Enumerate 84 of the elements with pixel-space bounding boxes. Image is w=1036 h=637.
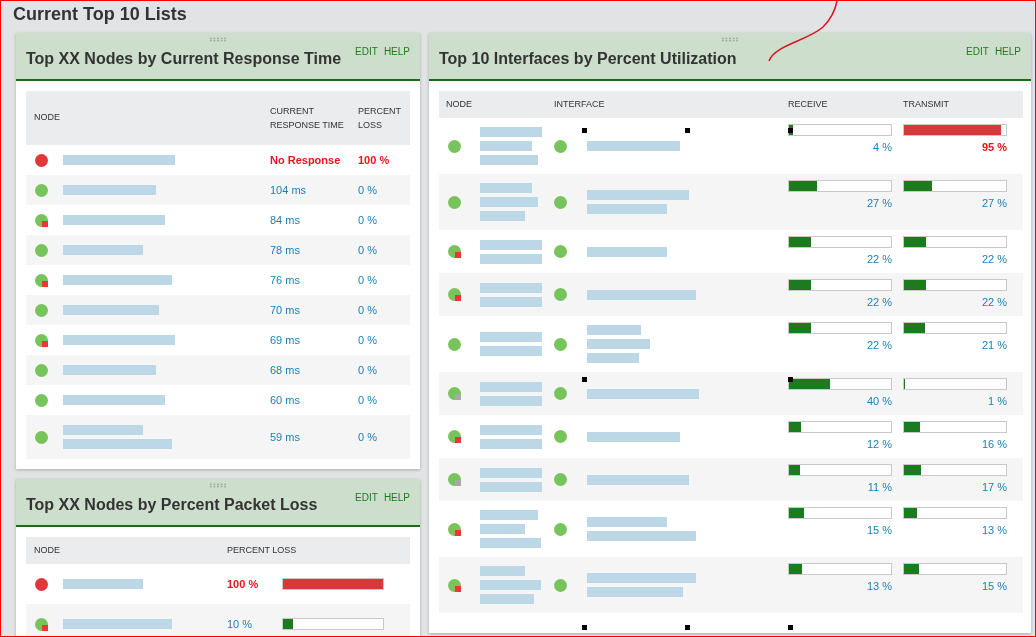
percent-loss: 100 % (227, 576, 260, 592)
selection-handle[interactable] (685, 128, 690, 133)
response-time: 104 ms (270, 175, 358, 205)
utilization-percent: 22 % (866, 295, 892, 310)
redacted-text (480, 424, 542, 449)
utilization-percent: 22 % (866, 252, 892, 267)
selection-handle[interactable] (582, 625, 587, 630)
column-header: INTERFACE (554, 91, 788, 118)
response-time: 78 ms (270, 235, 358, 265)
redacted-text (480, 566, 542, 604)
selection-handle[interactable] (788, 625, 793, 630)
utilization-percent: 27 % (866, 196, 892, 211)
panel-title: Top 10 Interfaces by Percent Utilization (439, 51, 737, 67)
percent-loss: 10 % (227, 616, 254, 632)
column-header: NODE (26, 91, 270, 145)
help-link[interactable]: HELP (383, 490, 410, 505)
redacted-text (480, 127, 542, 165)
panel-title: Top XX Nodes by Current Response Time (26, 51, 342, 67)
utilization-percent: 27 % (981, 196, 1007, 211)
percent-loss: 0 % (358, 235, 410, 265)
percent-loss: 0 % (358, 175, 410, 205)
percent-loss: 0 % (358, 295, 410, 325)
utilization-percent: 21 % (981, 338, 1007, 353)
redacted-text (480, 282, 542, 307)
utilization-percent: 4 % (873, 140, 892, 155)
redacted-text (480, 467, 542, 492)
selection-handle[interactable] (582, 377, 587, 382)
redacted-text (480, 239, 542, 264)
percent-loss: 0 % (358, 355, 410, 385)
percent-loss: 0 % (358, 385, 410, 415)
response-time: 68 ms (270, 355, 358, 385)
drag-handle-icon[interactable] (721, 37, 739, 42)
percent-loss: 0 % (358, 205, 410, 235)
utilization-percent: 16 % (981, 437, 1007, 452)
utilization-percent: 17 % (981, 480, 1007, 495)
column-header: RECEIVE (788, 91, 903, 118)
redacted-text (480, 332, 542, 356)
response-time: 84 ms (270, 205, 358, 235)
column-header: PERCENT LOSS (227, 537, 410, 564)
edit-link[interactable]: EDIT (966, 44, 989, 59)
utilization-percent: 22 % (981, 252, 1007, 267)
utilization-percent: 22 % (981, 295, 1007, 310)
redacted-text (480, 381, 542, 406)
edit-link[interactable]: EDIT (355, 44, 378, 59)
utilization-percent: 22 % (866, 338, 892, 353)
redacted-text (587, 325, 650, 363)
drag-handle-icon[interactable] (209, 37, 227, 42)
redacted-text (480, 183, 538, 221)
utilization-percent: 40 % (866, 394, 892, 409)
utilization-percent: 95 % (981, 140, 1007, 155)
percent-loss: 0 % (358, 325, 410, 355)
utilization-percent: 1 % (988, 394, 1007, 409)
response-time: 76 ms (270, 265, 358, 295)
utilization-percent: 15 % (866, 523, 892, 538)
annotation-stroke (767, 1, 839, 63)
redacted-text (480, 510, 542, 548)
selection-handle[interactable] (788, 128, 793, 133)
column-header: PERCENT LOSS (358, 91, 410, 145)
response-time: 59 ms (270, 415, 358, 459)
response-time: 69 ms (270, 325, 358, 355)
percent-loss: 100 % (358, 145, 410, 175)
edit-link[interactable]: EDIT (355, 490, 378, 505)
help-link[interactable]: HELP (383, 44, 410, 59)
response-time: 60 ms (270, 385, 358, 415)
percent-loss: 0 % (358, 265, 410, 295)
percent-loss: 0 % (358, 415, 410, 459)
utilization-percent: 12 % (866, 437, 892, 452)
column-header: NODE (439, 91, 554, 118)
utilization-percent: 15 % (981, 579, 1007, 594)
page-title: Current Top 10 Lists (13, 3, 187, 25)
drag-handle-icon[interactable] (209, 483, 227, 488)
column-header: NODE (26, 537, 227, 564)
response-time: No Response (270, 145, 358, 175)
selection-handle[interactable] (582, 128, 587, 133)
utilization-percent: 13 % (866, 579, 892, 594)
help-link[interactable]: HELP (994, 44, 1021, 59)
column-header: TRANSMIT (903, 91, 1023, 118)
column-header: CURRENT RESPONSE TIME (270, 91, 358, 145)
utilization-percent: 11 % (867, 480, 892, 495)
selection-handle[interactable] (685, 625, 690, 630)
selection-handle[interactable] (788, 377, 793, 382)
utilization-percent: 13 % (981, 523, 1007, 538)
panel-title: Top XX Nodes by Percent Packet Loss (26, 497, 318, 513)
response-time: 70 ms (270, 295, 358, 325)
